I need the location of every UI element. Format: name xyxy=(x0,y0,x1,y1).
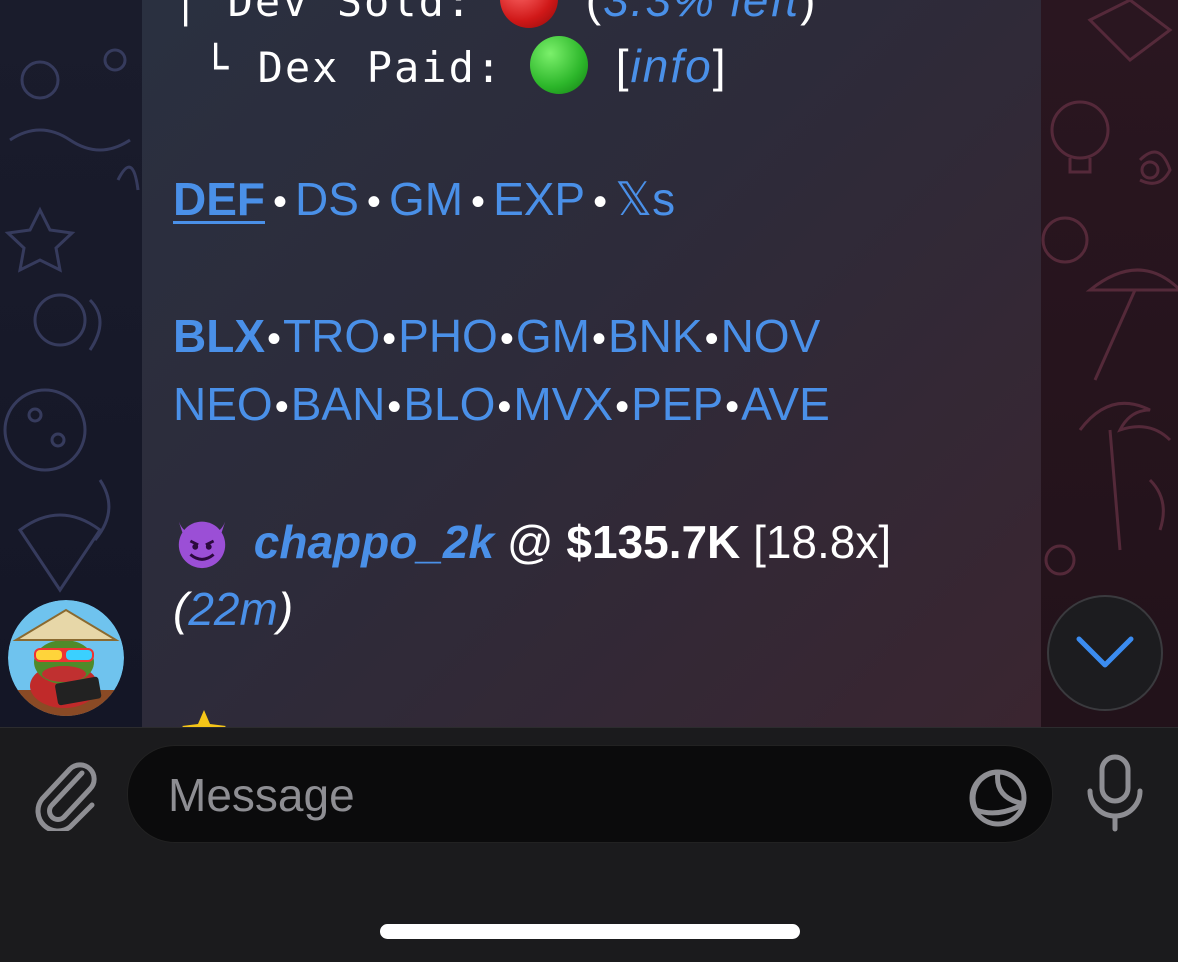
smiling-devil-icon xyxy=(178,521,226,569)
caller-at: @ xyxy=(506,516,554,568)
chat-screen: │ Dev Sold: (3.3% left) └ Dex Paid: [inf… xyxy=(0,0,1178,962)
bots-row-1: BLX•TRO•PHO•GM•BNK•NOV xyxy=(173,310,821,362)
paperclip-icon[interactable] xyxy=(30,755,102,831)
bot-link-pep[interactable]: PEP xyxy=(631,378,723,430)
red-status-icon xyxy=(500,0,559,28)
link-x-search[interactable]: 𝕏s xyxy=(615,173,675,225)
bot-link-tro[interactable]: TRO xyxy=(283,310,380,362)
caller-multiplier: [18.8x] xyxy=(753,516,892,568)
home-indicator[interactable] xyxy=(380,924,800,939)
scroll-to-bottom-button[interactable] xyxy=(1047,595,1163,711)
message-bubble: │ Dev Sold: (3.3% left) └ Dex Paid: [inf… xyxy=(142,0,1041,730)
bot-link-ban[interactable]: BAN xyxy=(291,378,386,430)
caller-row: chappo_2k @ $135.7K [18.8x] xyxy=(173,512,891,570)
bot-link-nov[interactable]: NOV xyxy=(721,310,821,362)
caller-time-row: (22m) xyxy=(173,583,294,635)
bot-link-blo[interactable]: BLO xyxy=(403,378,495,430)
dex-paid-info-link[interactable]: info xyxy=(631,40,713,92)
sender-avatar[interactable] xyxy=(8,600,124,716)
link-gm[interactable]: GM xyxy=(389,173,463,225)
sticker-icon[interactable] xyxy=(968,768,1028,828)
caller-market-cap: $135.7K xyxy=(566,516,741,568)
tree-branch: └ xyxy=(203,43,231,92)
message-input[interactable] xyxy=(166,746,950,844)
link-ds[interactable]: DS xyxy=(295,173,359,225)
bot-link-gm[interactable]: GM xyxy=(516,310,590,362)
dev-sold-percent[interactable]: 3.3% left xyxy=(603,0,800,26)
dev-sold-label: Dev Sold: xyxy=(227,0,474,26)
link-def[interactable]: DEF xyxy=(173,173,265,225)
bot-link-neo[interactable]: NEO xyxy=(173,378,273,430)
links-row-primary: DEF • DS • GM • EXP • 𝕏s xyxy=(173,173,676,225)
link-exp[interactable]: EXP xyxy=(493,173,585,225)
green-status-icon xyxy=(530,36,589,94)
microphone-icon[interactable] xyxy=(1082,753,1148,833)
dev-sold-row: │ Dev Sold: (3.3% left) xyxy=(173,0,817,28)
chevron-down-icon xyxy=(1076,636,1134,668)
dex-paid-label: Dex Paid: xyxy=(257,43,504,92)
bots-row-2: NEO•BAN•BLO•MVX•PEP•AVE xyxy=(173,378,830,430)
bot-link-bnk[interactable]: BNK xyxy=(608,310,703,362)
bot-link-mvx[interactable]: MVX xyxy=(513,378,613,430)
bot-link-blx[interactable]: BLX xyxy=(173,310,265,362)
message-field[interactable] xyxy=(127,745,1053,844)
dex-paid-row: └ Dex Paid: [info] xyxy=(173,36,728,94)
bot-link-ave[interactable]: AVE xyxy=(741,378,830,430)
bot-link-pho[interactable]: PHO xyxy=(398,310,498,362)
caller-time-link[interactable]: 22m xyxy=(188,583,277,635)
caller-name-link[interactable]: chappo_2k xyxy=(254,516,494,568)
